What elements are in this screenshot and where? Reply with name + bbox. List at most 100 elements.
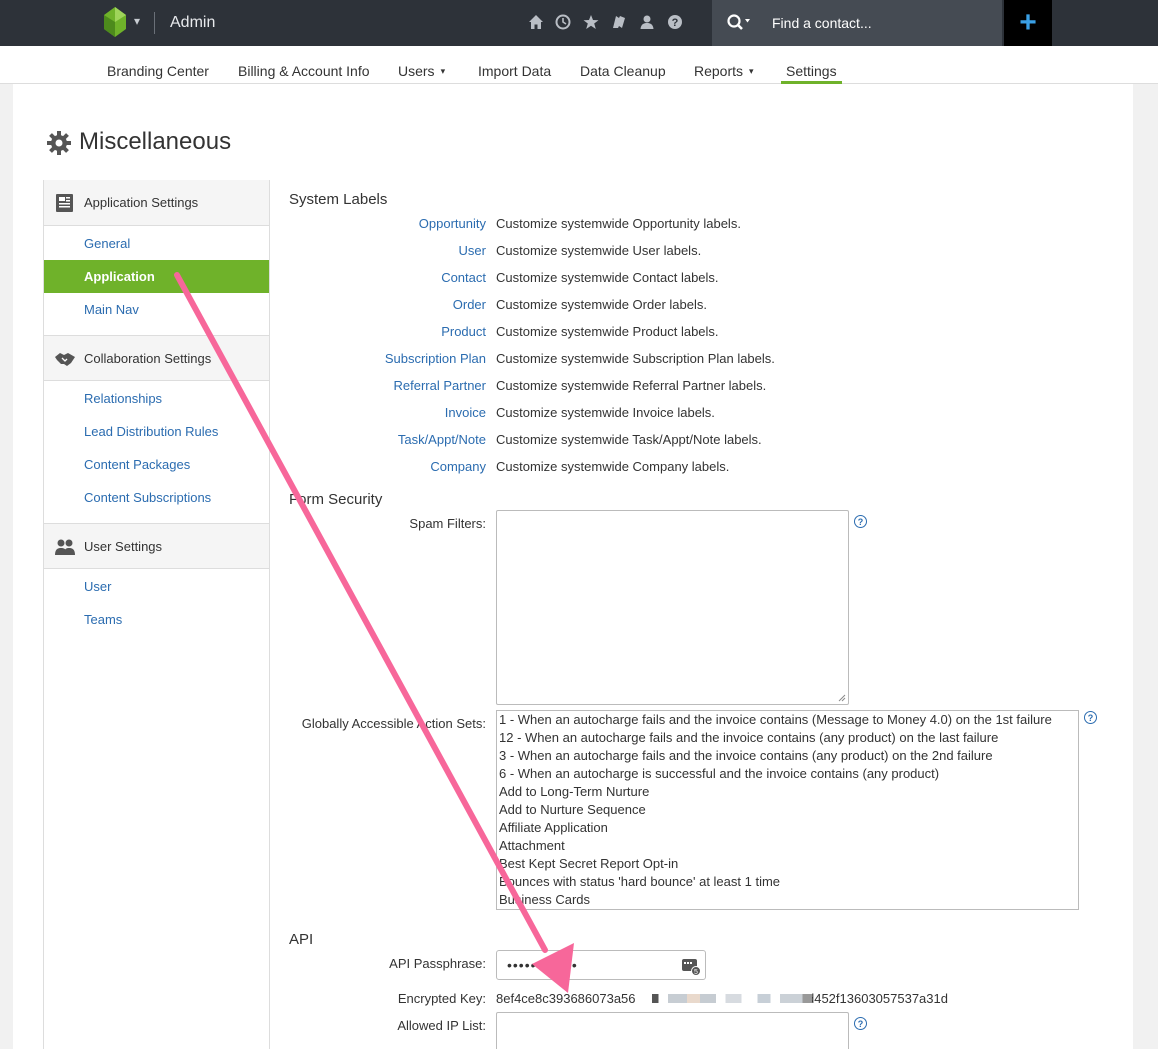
clock-icon[interactable] (554, 13, 572, 31)
sidebar-item-label: Main Nav (84, 302, 139, 317)
gear-icon (47, 131, 71, 155)
list-item[interactable]: Attachment (497, 837, 1078, 855)
sidebar-item-content-subscriptions[interactable]: Content Subscriptions (44, 481, 269, 514)
list-item[interactable]: 1 - When an autocharge fails and the inv… (497, 711, 1078, 729)
sidebar-item-label: Content Subscriptions (84, 490, 212, 505)
api-passphrase-label: API Passphrase: (389, 956, 486, 971)
search-icon[interactable] (726, 12, 750, 34)
encrypted-key-label: Encrypted Key: (397, 991, 486, 1006)
label-link-product[interactable]: Product (441, 324, 486, 339)
sidebar-item-application[interactable]: Application (44, 260, 269, 293)
action-sets-label: Globally Accessible Action Sets: (301, 716, 486, 731)
sidebar-item-label: Content Packages (84, 457, 191, 472)
sidebar-item-label: User (84, 579, 112, 594)
api-passphrase-input[interactable]: •••••••••••• 5 (496, 950, 706, 980)
allowed-ip-label: Allowed IP List: (397, 1018, 486, 1033)
person-icon[interactable] (638, 13, 656, 31)
list-item[interactable]: Best Kept Secret Report Opt-in (497, 855, 1078, 873)
sidebar-item-teams[interactable]: Teams (44, 603, 269, 636)
label-link-task-appt-note[interactable]: Task/Appt/Note (398, 432, 486, 447)
nav-reports-label: Reports (694, 63, 744, 79)
flag-icon[interactable] (610, 13, 628, 31)
chevron-down-icon: ▾ (749, 66, 754, 76)
app-title: Admin (170, 14, 216, 31)
divider (154, 12, 155, 34)
spam-filters-label: Spam Filters: (409, 516, 486, 531)
action-sets-multiselect[interactable]: 1 - When an autocharge fails and the inv… (496, 710, 1079, 910)
sidebar-section-label: User Settings (84, 539, 163, 554)
home-icon[interactable] (527, 13, 545, 31)
sidebar-item-lead-distribution-rules[interactable]: Lead Distribution Rules (44, 415, 269, 448)
label-description: Customize systemwide Contact labels. (496, 270, 719, 285)
search-input[interactable] (764, 12, 994, 34)
list-item[interactable]: Affiliate Application (497, 819, 1078, 837)
handshake-icon (55, 353, 75, 366)
label-description: Customize systemwide Order labels. (496, 297, 707, 312)
list-item[interactable]: Bounces with status 'hard bounce' at lea… (497, 873, 1078, 891)
sidebar-section-application-settings: Application Settings (44, 180, 269, 226)
label-link-opportunity[interactable]: Opportunity (419, 216, 486, 231)
resize-handle-icon[interactable] (838, 694, 846, 702)
svg-text:5: 5 (694, 969, 698, 976)
label-link-order[interactable]: Order (453, 297, 486, 312)
passphrase-value: •••••••••••• (507, 957, 578, 973)
encrypted-key-prefix: 8ef4ce8c393686073a56 (496, 991, 636, 1006)
document-icon (56, 194, 73, 212)
star-icon[interactable] (582, 13, 600, 31)
encrypted-key-suffix: a4d452f13603057537a31d (792, 991, 948, 1006)
list-item[interactable]: 3 - When an autocharge fails and the inv… (497, 747, 1078, 765)
page-title: Miscellaneous (79, 128, 232, 155)
redacted-key-segment (652, 994, 812, 1003)
sidebar-section-label: Application Settings (84, 195, 199, 210)
help-icon[interactable]: ? (1084, 711, 1097, 724)
help-icon[interactable]: ? (854, 1017, 867, 1030)
nav-settings[interactable]: Settings (781, 54, 842, 84)
help-icon[interactable]: ? (854, 515, 867, 528)
sidebar-item-label: General (84, 236, 131, 251)
sidebar-item-relationships[interactable]: Relationships (44, 382, 269, 415)
help-icon[interactable]: ? (666, 13, 684, 31)
password-manager-icon[interactable]: 5 (681, 956, 701, 976)
sidebar-section-user-settings: User Settings (44, 523, 269, 569)
chevron-down-icon[interactable]: ▾ (134, 14, 140, 28)
label-description: Customize systemwide Task/Appt/Note labe… (496, 432, 762, 447)
sidebar-item-label: Teams (84, 612, 123, 627)
label-link-subscription-plan[interactable]: Subscription Plan (385, 351, 486, 366)
sidebar-item-label: Application (84, 269, 155, 284)
allowed-ip-textarea[interactable] (496, 1012, 849, 1049)
sidebar-item-content-packages[interactable]: Content Packages (44, 448, 269, 481)
section-heading-form-security: Form Security (289, 491, 383, 508)
sidebar-item-label: Relationships (84, 391, 163, 406)
label-description: Customize systemwide Opportunity labels. (496, 216, 741, 231)
label-link-user[interactable]: User (459, 243, 486, 258)
nav-users-label: Users (398, 63, 435, 79)
section-heading-system-labels: System Labels (289, 191, 388, 208)
label-link-contact[interactable]: Contact (441, 270, 486, 285)
label-link-company[interactable]: Company (430, 459, 486, 474)
label-description: Customize systemwide Referral Partner la… (496, 378, 767, 393)
label-description: Customize systemwide Subscription Plan l… (496, 351, 775, 366)
list-item[interactable]: Add to Long-Term Nurture (497, 783, 1078, 801)
list-item[interactable]: 12 - When an autocharge fails and the in… (497, 729, 1078, 747)
list-item[interactable]: Add to Nurture Sequence (497, 801, 1078, 819)
chevron-down-icon: ▾ (440, 66, 446, 76)
label-link-invoice[interactable]: Invoice (445, 405, 486, 420)
sidebar-item-main-nav[interactable]: Main Nav (44, 293, 269, 326)
list-item[interactable]: 6 - When an autocharge is successful and… (497, 765, 1078, 783)
spam-filters-textarea[interactable] (496, 510, 849, 705)
app-logo-icon[interactable] (104, 7, 126, 37)
users-icon (55, 539, 75, 555)
label-link-referral-partner[interactable]: Referral Partner (394, 378, 486, 393)
label-description: Customize systemwide User labels. (496, 243, 702, 258)
svg-text:?: ? (672, 17, 679, 29)
list-item[interactable]: Business Cards (497, 891, 1078, 909)
sidebar-item-user[interactable]: User (44, 570, 269, 603)
label-description: Customize systemwide Company labels. (496, 459, 730, 474)
sidebar-section-label: Collaboration Settings (84, 351, 212, 366)
add-button[interactable]: + (1004, 0, 1052, 46)
label-description: Customize systemwide Product labels. (496, 324, 719, 339)
sidebar-section-collaboration-settings: Collaboration Settings (44, 335, 269, 381)
sidebar-item-label: Lead Distribution Rules (84, 424, 219, 439)
sidebar-item-general[interactable]: General (44, 227, 269, 260)
section-heading-api: API (289, 931, 314, 948)
